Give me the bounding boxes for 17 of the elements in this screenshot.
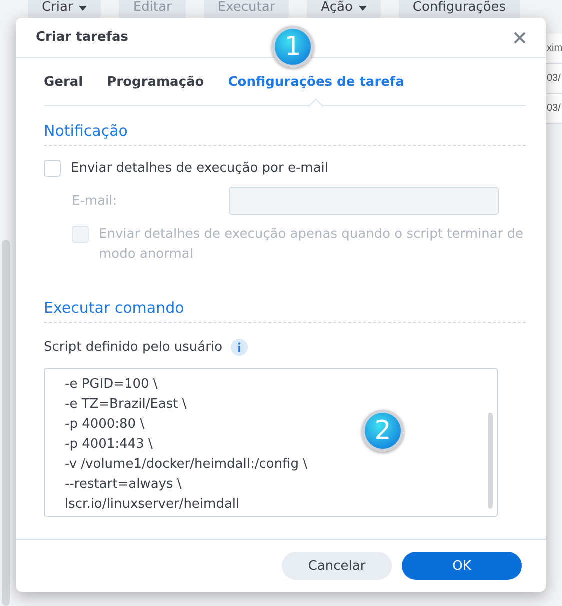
field-label: Script definido pelo usuário (44, 340, 223, 355)
close-icon[interactable] (514, 32, 526, 44)
table-cell: xim (546, 34, 562, 64)
table-cell: 03/ (546, 64, 562, 94)
dialog-title: Criar tarefas (36, 30, 128, 45)
info-icon[interactable] (230, 339, 248, 356)
tab[interactable]: Geral (44, 60, 84, 105)
checkbox[interactable] (44, 160, 61, 177)
section-heading: Executar comando (44, 283, 526, 323)
tab[interactable]: Programação (107, 60, 204, 105)
table-cell: 03/ (546, 94, 562, 124)
section-heading: Notificação (44, 106, 526, 146)
ok-button[interactable]: OK (402, 552, 522, 580)
field-label: E-mail: (72, 194, 118, 208)
checkbox-label: Enviar detalhes de execução por e-mail (71, 161, 329, 176)
cancel-button[interactable]: Cancelar (282, 552, 392, 580)
checkbox-label: Enviar detalhes de execução apenas quando o script terminar de modo anormal (99, 226, 525, 264)
